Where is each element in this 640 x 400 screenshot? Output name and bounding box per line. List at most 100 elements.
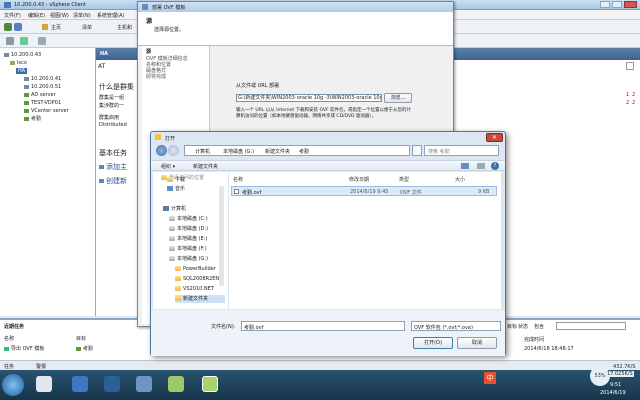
ime-icon[interactable]: 中 [484,372,496,384]
net-upload: 432.7K/S [612,364,637,370]
nav-drive-d[interactable]: 本地磁盘 (D:) [169,225,208,233]
add-host-link[interactable]: 添加主 [99,162,127,172]
dialog-title-bar: 打开 ✕ [151,132,505,144]
tree-item-cluster[interactable]: HA [16,68,28,74]
tool-icon-3[interactable] [38,37,46,45]
dialog-forward-icon[interactable] [168,145,179,156]
tasks-col-name[interactable]: 名称 [4,335,14,342]
vsphere-title: 10.200.0.43 - vSphere Client [14,2,86,8]
summary-tab-label[interactable]: AT [98,63,105,70]
filetype-select[interactable]: OVF 软件包 (*.ovf;*.ova) [411,321,501,331]
menu-edit[interactable]: 编辑(E) [28,12,45,19]
tree-item-vm-vdp[interactable]: TEST-VDP01 [24,100,61,106]
clock-date[interactable]: 2014/6/19 [600,390,626,396]
file-name: 考勤.ovf [242,190,262,196]
nav-drive-c[interactable]: 本地磁盘 (C:) [169,215,208,223]
dialog-bottom-bar: 文件名(N): 考勤.ovf OVF 软件包 (*.ovf;*.ova) 打开(… [151,310,505,356]
tool-icon-1[interactable] [6,37,14,45]
ovf-step-subtitle: 选择源位置。 [154,27,185,33]
menu-admin[interactable]: 系统管理(A) [97,12,124,19]
preview-pane-icon[interactable] [477,163,485,169]
tree-item-vm-vcenter[interactable]: VCenter server [24,108,69,114]
menu-inventory[interactable]: 清单(N) [73,12,91,19]
open-button[interactable]: 打开(O) [413,337,453,349]
windows-taskbar: 中 53% 432.7K/S 17.025K/S 9:51 2014/6/19 [0,364,640,400]
close-button[interactable] [624,1,637,8]
create-vm-link[interactable]: 创建新 [99,176,127,186]
col-modified[interactable]: 修改日期 [349,176,369,183]
status-alarms[interactable]: 警报 [36,363,46,370]
address-kaoqin[interactable]: 考勤 [299,148,309,155]
dialog-address-bar[interactable]: 计算机 本地磁盘 (G:) 新建文件夹 考勤 [184,145,410,156]
tree-item-host-51[interactable]: 10.200.0.51 [24,84,61,90]
nav-powerbuilder[interactable]: PowerBuilder [175,265,216,273]
home-icon[interactable] [42,24,48,30]
menu-file[interactable]: 文件(F) [4,12,21,19]
tasks-col-completed[interactable]: 完成时间 [524,336,544,343]
ovf-path-input[interactable]: G:\新建文件夹\WIN2003-oracle 10g -3\WIN2003-o… [236,94,382,102]
task-row-name[interactable]: 导出 OVF 模板 [4,345,44,352]
nav-drive-e[interactable]: 本地磁盘 (E:) [169,235,207,243]
help-icon[interactable]: ? [491,162,499,170]
col-name[interactable]: 名称 [233,176,243,183]
nav-vs2010[interactable]: VS2010.NET [175,285,214,293]
file-icon [234,189,239,194]
address-computer[interactable]: 计算机 [195,148,210,155]
taskbar-vsphere-active-icon[interactable] [202,376,218,392]
tree-item-vcenter[interactable]: 10.200.0.43 [4,52,41,58]
address-drive-g[interactable]: 本地磁盘 (G:) [223,148,254,155]
new-folder-button[interactable]: 新建文件夹 [193,163,218,170]
breadcrumb-home[interactable]: 主页 [51,24,61,31]
close-tab-icon[interactable] [626,62,634,70]
recent-tasks-title: 近期任务 [4,324,25,330]
breadcrumb-inventory[interactable]: 清单 [82,24,92,31]
task-row-target[interactable]: 考勤 [76,345,93,352]
nav-new-folder[interactable]: 新建文件夹 [175,295,225,303]
nav-computer[interactable]: 计算机 [163,205,186,213]
clock-time[interactable]: 9:51 [610,382,621,388]
dialog-back-icon[interactable] [156,145,167,156]
status-tasks[interactable]: 任务 [4,363,14,370]
nav-scrollbar[interactable] [219,186,224,286]
filename-input[interactable]: 考勤.ovf [241,321,405,331]
summary-line-1: 群集是一组 [99,95,125,101]
nav-drive-g[interactable]: 本地磁盘 (G:) [169,255,208,263]
tasks-col-target[interactable]: 目标 [76,335,86,342]
tree-item-datacenter[interactable]: Isco [10,60,27,66]
address-new-folder[interactable]: 新建文件夹 [265,148,290,155]
file-row[interactable]: 考勤.ovf 2014/6/19 9:45 OVF 文件 9 KB [231,186,497,196]
alert-count-3: 2 [626,100,630,106]
minimize-button[interactable] [600,1,610,8]
start-button[interactable] [2,374,24,396]
cancel-button[interactable]: 取消 [457,337,497,349]
tree-item-vm-ad[interactable]: AD server [24,92,56,98]
nav-music[interactable]: 音乐 [167,185,185,193]
taskbar-explorer-icon[interactable] [36,376,52,392]
taskbar-app-icon-2[interactable] [104,376,120,392]
forward-icon[interactable] [14,23,22,31]
breadcrumb-hosts[interactable]: 主机和 [117,24,132,31]
ovf-browse-button[interactable]: 浏览... [384,93,412,103]
status-bar: 任务 警报 [0,360,640,370]
nav-drive-f[interactable]: 本地磁盘 (F:) [169,245,207,253]
maximize-button[interactable] [612,1,622,8]
tool-icon-2[interactable] [20,37,28,45]
back-icon[interactable] [4,23,12,31]
organize-button[interactable]: 组织 ▾ [161,163,175,170]
dialog-refresh-icon[interactable] [412,145,422,156]
nav-downloads[interactable]: 下载 [167,176,185,184]
vsphere-app-icon [4,2,11,8]
taskbar-app-icon-3[interactable] [136,376,152,392]
view-options-icon[interactable] [461,163,469,169]
taskbar-app-icon-1[interactable] [72,376,88,392]
col-type[interactable]: 类型 [399,176,409,183]
tree-item-host-41[interactable]: 10.200.0.41 [24,76,61,82]
taskbar-vsphere-icon[interactable] [168,376,184,392]
tasks-filter-input[interactable] [556,322,626,330]
dialog-search-input[interactable]: 搜索 考勤 [424,145,499,156]
col-size[interactable]: 大小 [455,176,465,183]
dialog-close-button[interactable]: ✕ [486,133,503,142]
nav-sql2008[interactable]: SQL2008R2EN [175,275,219,283]
menu-view[interactable]: 视图(W) [50,12,69,19]
tree-item-vm-kaoqin[interactable]: 考勤 [24,116,41,122]
